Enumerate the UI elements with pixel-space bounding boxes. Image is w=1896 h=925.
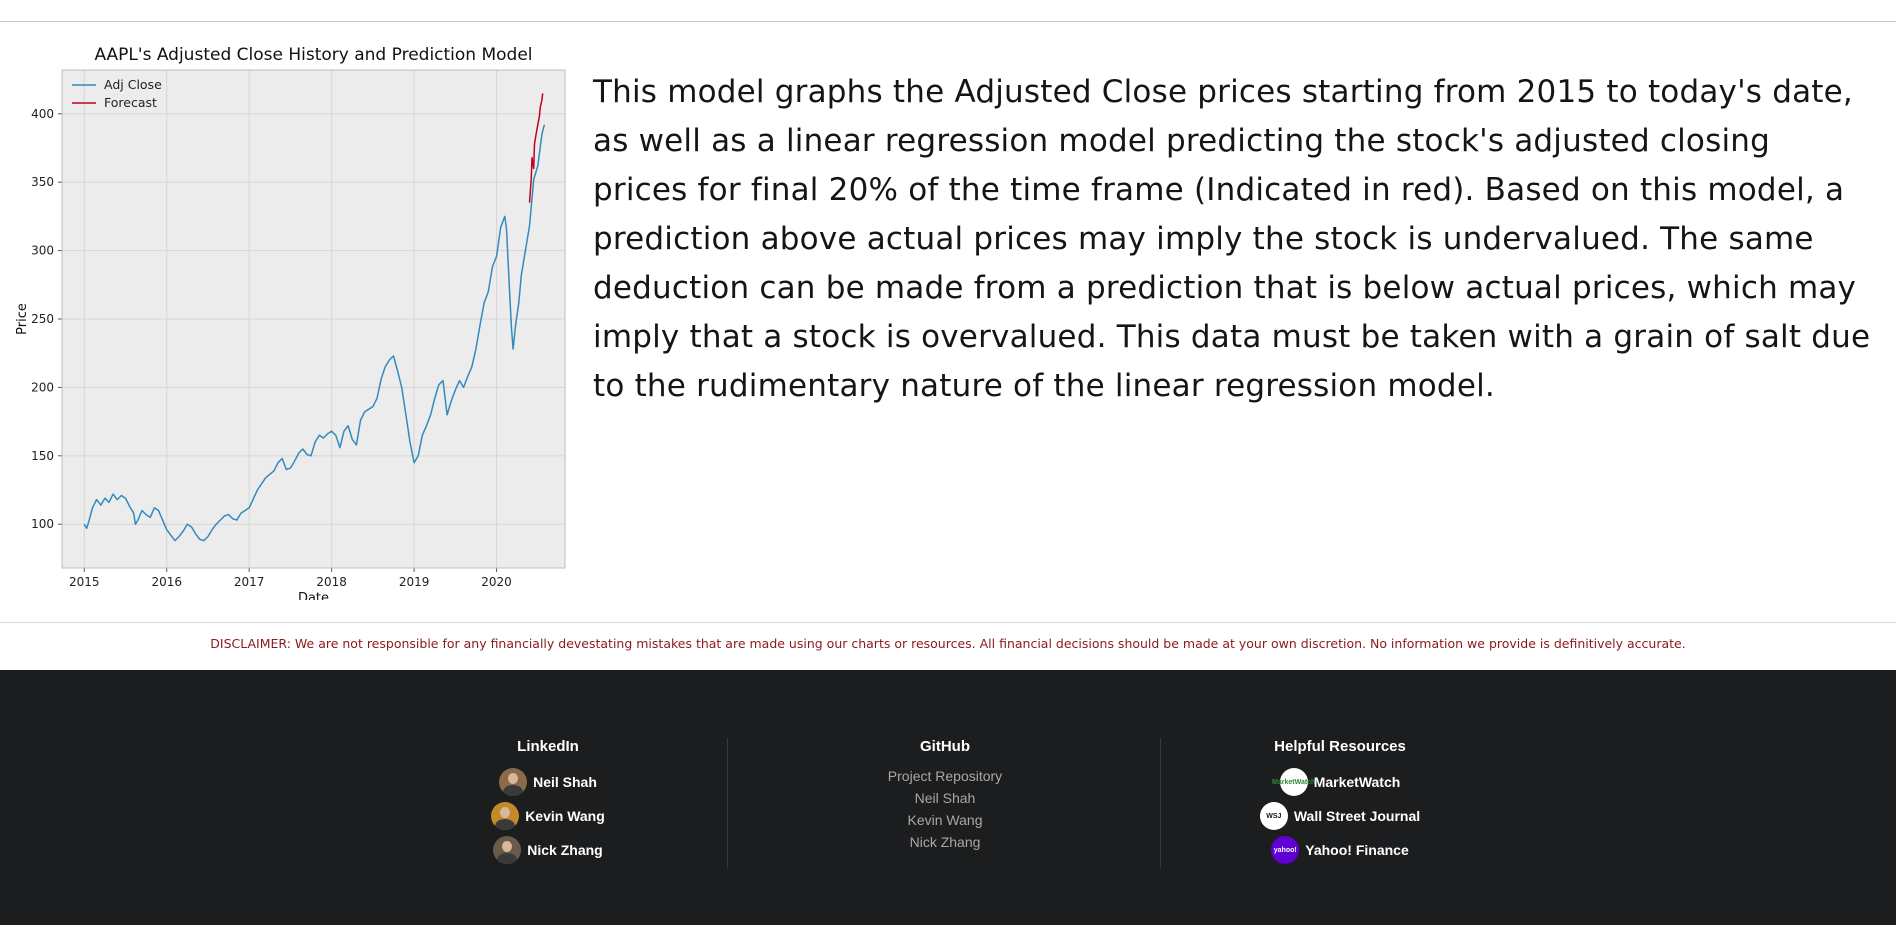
resource-name: MarketWatch <box>1313 774 1401 790</box>
resource-link-yahoo-finance[interactable]: yahoo! Yahoo! Finance <box>1240 833 1440 867</box>
x-axis-label: Date <box>298 591 329 600</box>
y-tick-label: 400 <box>31 107 54 121</box>
x-tick-label: 2015 <box>69 575 100 589</box>
linkedin-link-nick-zhang[interactable]: Nick Zhang <box>448 833 648 867</box>
section-divider <box>0 622 1896 623</box>
y-tick-label: 150 <box>31 449 54 463</box>
y-axis-label: Price <box>15 303 30 335</box>
y-tick-label: 200 <box>31 380 54 394</box>
y-tick-label: 100 <box>31 517 54 531</box>
avatar <box>493 836 522 864</box>
linkedin-title: LinkedIn <box>517 738 579 755</box>
github-link-neil-shah[interactable]: Neil Shah <box>845 787 1045 809</box>
github-column: GitHub Project Repository Neil Shah Kevi… <box>845 738 1045 853</box>
linkedin-column: LinkedIn Neil Shah Kevin Wang Nick Zhang <box>448 738 648 867</box>
site-footer: LinkedIn Neil Shah Kevin Wang Nick Zhang… <box>0 670 1896 925</box>
avatar <box>491 802 520 830</box>
wsj-logo-icon: WSJ <box>1259 802 1288 830</box>
resources-column: Helpful Resources MarketWatch MarketWatc… <box>1240 738 1440 867</box>
linkedin-link-kevin-wang[interactable]: Kevin Wang <box>448 799 648 833</box>
legend-label: Adj Close <box>104 77 162 92</box>
linkedin-link-neil-shah[interactable]: Neil Shah <box>448 765 648 799</box>
x-tick-label: 2017 <box>234 575 265 589</box>
github-title: GitHub <box>920 738 970 755</box>
legend-label: Forecast <box>104 95 157 110</box>
github-link-project-repository[interactable]: Project Repository <box>845 765 1045 787</box>
footer-divider <box>1160 738 1161 868</box>
x-tick-label: 2018 <box>316 575 347 589</box>
resource-name: Wall Street Journal <box>1293 808 1421 824</box>
chart-title: AAPL's Adjusted Close History and Predic… <box>94 45 532 65</box>
y-tick-label: 300 <box>31 244 54 258</box>
marketwatch-logo-icon: MarketWatch <box>1272 768 1315 796</box>
resource-link-marketwatch[interactable]: MarketWatch MarketWatch <box>1240 765 1440 799</box>
y-tick-label: 350 <box>31 175 54 189</box>
top-divider <box>0 21 1896 22</box>
price-chart-svg: 2015 2016 2017 2018 2019 2020 100 150 200 250 300 3… <box>15 45 566 600</box>
y-tick-label: 250 <box>31 312 54 326</box>
linkedin-name: Neil Shah <box>533 774 597 790</box>
x-tick-label: 2020 <box>481 575 512 589</box>
resource-name: Yahoo! Finance <box>1305 842 1409 858</box>
avatar <box>499 768 528 796</box>
linkedin-name: Nick Zhang <box>527 842 603 858</box>
footer-divider <box>727 738 728 868</box>
model-description: This model graphs the Adjusted Close pri… <box>593 74 1871 404</box>
resources-title: Helpful Resources <box>1274 738 1406 755</box>
x-tick-label: 2019 <box>399 575 430 589</box>
yahoo-logo-icon: yahoo! <box>1271 836 1300 864</box>
github-link-kevin-wang[interactable]: Kevin Wang <box>845 809 1045 831</box>
linkedin-name: Kevin Wang <box>525 808 605 824</box>
resource-link-wall-street-journal[interactable]: WSJ Wall Street Journal <box>1240 799 1440 833</box>
x-tick-label: 2016 <box>151 575 182 589</box>
github-link-nick-zhang[interactable]: Nick Zhang <box>845 831 1045 853</box>
price-chart: 2015 2016 2017 2018 2019 2020 100 150 200 250 300 3… <box>10 40 570 600</box>
disclaimer-text: DISCLAIMER: We are not responsible for a… <box>210 636 1686 651</box>
